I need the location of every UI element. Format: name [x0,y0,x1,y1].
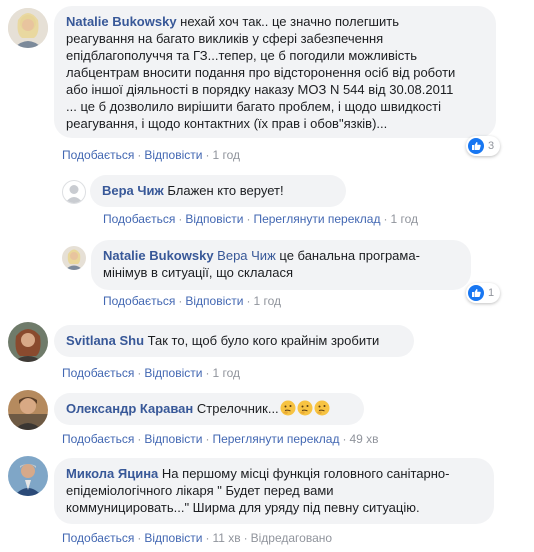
avatar-photo-icon [8,390,48,430]
avatar-photo-icon [8,8,48,48]
comment-text: Стрелочник... [196,401,279,416]
comment-actions: Подобається · Відповісти · 1 год [62,366,240,380]
avatar[interactable] [8,8,48,48]
comment-actions: Подобається · Відповісти · Переглянути перек… [62,432,379,446]
comment-time[interactable]: 1 год [253,294,281,308]
like-link[interactable]: Подобається [103,212,175,226]
reply-link[interactable]: Відповісти [144,148,202,162]
avatar-photo-icon [8,456,48,496]
reaction-count[interactable]: 3 [466,136,501,156]
comment-time[interactable]: 49 хв [349,432,378,446]
comment-author[interactable]: Svitlana Shu [66,333,144,348]
comment-author[interactable]: Вера Чиж [102,183,164,198]
like-link[interactable]: Подобається [62,148,134,162]
reaction-count-value: 1 [488,287,495,299]
comment-author[interactable]: Олександр Караван [66,401,193,416]
reply-link[interactable]: Відповісти [185,212,243,226]
avatar[interactable] [8,390,48,430]
comment-actions: Подобається · Відповісти · Переглянути перек… [103,212,419,226]
comment-text: Так то, щоб було кого крайнім зробити [147,333,380,348]
avatar-photo-icon [8,322,48,362]
reply-link[interactable]: Відповісти [185,294,243,308]
thinking-face-icon [314,400,330,416]
like-icon [468,285,484,301]
comment-time[interactable]: 1 год [212,366,240,380]
comment-text: нехай хоч так.. це значно полегшить реаг… [66,14,456,131]
reply-link[interactable]: Відповісти [144,531,202,545]
translate-link[interactable]: Переглянути переклад [212,432,339,446]
avatar[interactable] [8,456,48,496]
reply-link[interactable]: Відповісти [144,432,202,446]
reaction-count[interactable]: 1 [466,283,501,303]
reply-link[interactable]: Відповісти [144,366,202,380]
comment-bubble: Олександр Караван Стрелочник... [54,393,364,425]
edited-label[interactable]: Відредаговано [251,531,332,545]
like-link[interactable]: Подобається [62,531,134,545]
comment-time[interactable]: 1 год [390,212,418,226]
comment-time[interactable]: 1 год [212,148,240,162]
comment-author[interactable]: Микола Яцина [66,466,158,481]
like-link[interactable]: Подобається [62,432,134,446]
avatar[interactable] [62,180,86,204]
comment-bubble: Svitlana Shu Так то, щоб було кого крайн… [54,325,414,357]
translate-link[interactable]: Переглянути переклад [253,212,380,226]
avatar[interactable] [62,246,86,270]
mention-link[interactable]: Вера Чиж [217,248,276,263]
like-icon [468,138,484,154]
comment-bubble: Natalie Bukowsky нехай хоч так.. це знач… [54,6,496,138]
comment-bubble: Микола Яцина На першому місці функція го… [54,458,494,524]
like-link[interactable]: Подобається [62,366,134,380]
comment-text: Блажен кто верует! [167,183,284,198]
default-user-icon [65,185,83,203]
comment-time[interactable]: 11 хв [212,531,240,545]
comment-actions: Подобається · Відповісти · 11 хв · Відредагова… [62,531,333,545]
comment-actions: Подобається · Відповісти · 1 год [62,148,240,162]
avatar[interactable] [8,322,48,362]
thinking-face-icon [280,400,296,416]
reaction-count-value: 3 [488,140,495,152]
avatar-photo-icon [62,246,86,270]
thinking-face-icon [297,400,313,416]
comment-author[interactable]: Natalie Bukowsky [103,248,214,263]
comment-bubble: Вера Чиж Блажен кто верует! [90,175,346,207]
comment-actions: Подобається · Відповісти · 1 год [103,294,281,308]
comment-author[interactable]: Natalie Bukowsky [66,14,177,29]
like-link[interactable]: Подобається [103,294,175,308]
comment-bubble: Natalie Bukowsky Вера Чиж це банальна пр… [91,240,471,290]
